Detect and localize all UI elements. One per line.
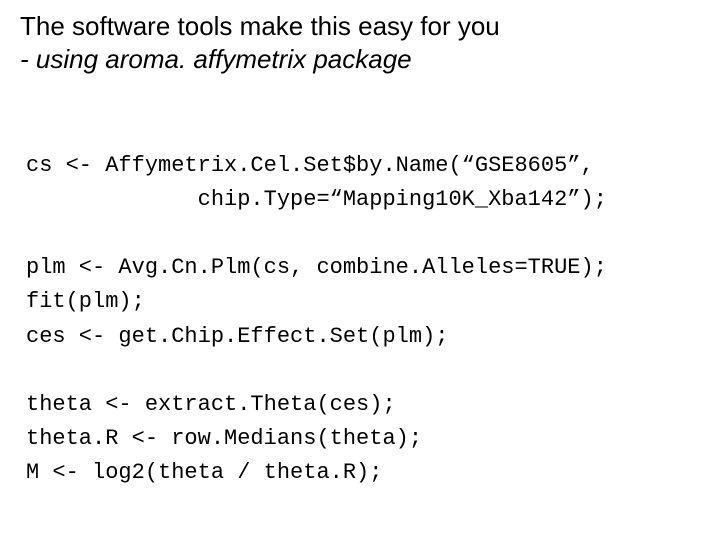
code-line: M <- log2(theta / theta.R); — [26, 460, 382, 485]
slide-title-line1: The software tools make this easy for yo… — [20, 10, 700, 43]
slide: The software tools make this easy for yo… — [0, 0, 720, 540]
slide-title-line2: - using aroma. affymetrix package — [20, 43, 700, 76]
code-line: ces <- get.Chip.Effect.Set(plm); — [26, 324, 448, 349]
code-line: theta <- extract.Theta(ces); — [26, 392, 396, 417]
code-block: cs <- Affymetrix.Cel.Set$by.Name(“GSE860… — [26, 115, 700, 490]
code-line: fit(plm); — [26, 289, 145, 314]
code-line: chip.Type=“Mapping10K_Xba142”); — [26, 187, 607, 212]
code-line: theta.R <- row.Medians(theta); — [26, 426, 422, 451]
code-line: cs <- Affymetrix.Cel.Set$by.Name(“GSE860… — [26, 153, 594, 178]
code-line: plm <- Avg.Cn.Plm(cs, combine.Alleles=TR… — [26, 255, 607, 280]
